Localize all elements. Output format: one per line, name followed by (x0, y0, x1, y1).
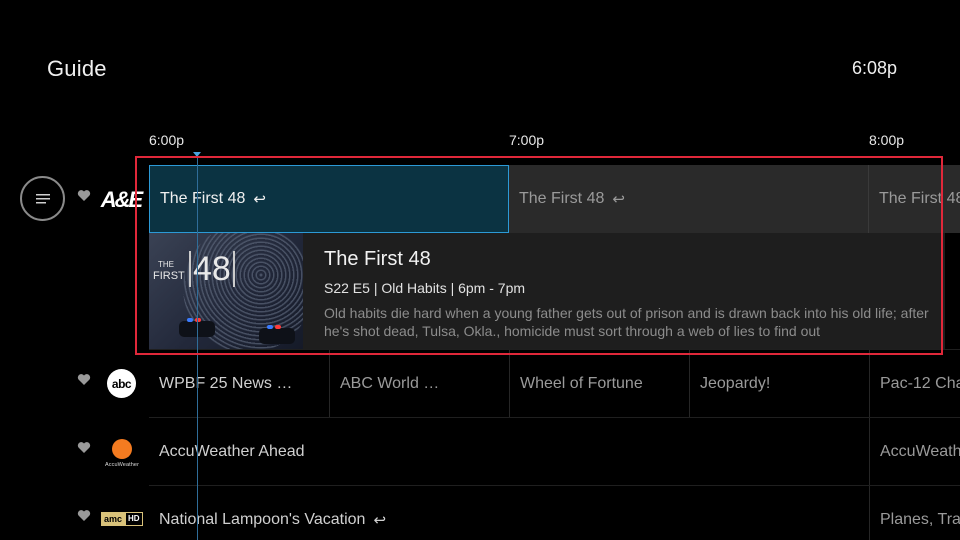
program-title: AccuWeath (880, 442, 960, 460)
program-title: Pac-12 Cha (880, 374, 960, 392)
channel-logo-abc[interactable]: abc (107, 369, 136, 398)
now-line (197, 157, 198, 540)
program-title: ABC World … (340, 374, 440, 392)
channel-logo-amc: amc (101, 512, 126, 526)
channel-row-amc: National Lampoon's Vacation ↩ Planes, Tr… (149, 485, 960, 540)
poster-siren-red (195, 318, 201, 322)
program-cell[interactable]: Pac-12 Cha (869, 350, 960, 417)
program-cell[interactable]: WPBF 25 News … (149, 350, 329, 417)
program-cell[interactable]: Wheel of Fortune (509, 350, 689, 417)
poster-siren-red (275, 325, 281, 329)
program-cell[interactable]: ABC World … (329, 350, 509, 417)
favorite-heart-icon[interactable] (77, 373, 91, 386)
program-cell[interactable]: AccuWeath (869, 418, 960, 485)
channel-row-accuweather: AccuWeather Ahead AccuWeath (149, 417, 960, 485)
program-cell[interactable]: AccuWeather Ahead (149, 418, 869, 485)
program-title: National Lampoon's Vacation (159, 510, 366, 528)
sun-icon (112, 438, 132, 459)
page-title: Guide (47, 56, 107, 81)
program-poster: THE FIRST 48 (149, 233, 303, 349)
favorite-heart-icon[interactable] (77, 509, 91, 522)
program-title: The First 48 (879, 190, 960, 207)
program-cell[interactable]: Jeopardy! (689, 350, 869, 417)
program-title: AccuWeather Ahead (159, 442, 305, 460)
detail-meta: S22 E5 | Old Habits | 6pm - 7pm (324, 280, 526, 296)
program-title: The First 48 (160, 190, 246, 207)
timeline-label-3: 8:00p (869, 132, 905, 148)
repeat-icon: ↩ (373, 511, 387, 529)
poster-siren-blue (187, 318, 193, 322)
program-title: Wheel of Fortune (520, 374, 643, 392)
detail-title: The First 48 (324, 248, 431, 270)
poster-siren-blue (267, 325, 273, 329)
program-cell[interactable]: Planes, Tra (869, 486, 960, 540)
repeat-icon: ↩ (253, 191, 266, 208)
program-cell[interactable]: The First 48 (869, 165, 960, 233)
timeline-label-1: 6:00p (149, 132, 185, 148)
menu-icon (35, 193, 50, 203)
channel-logo-accuweather[interactable]: AccuWeather (104, 436, 140, 470)
clock: 6:08p (851, 58, 897, 78)
repeat-icon: ↩ (612, 191, 625, 208)
program-title: The First 48 (519, 190, 605, 207)
channel-logo-ae[interactable]: A&E (101, 186, 143, 214)
poster-text-the: THE (158, 260, 174, 269)
program-title: WPBF 25 News … (159, 374, 293, 392)
program-cell[interactable]: National Lampoon's Vacation ↩ (149, 486, 869, 540)
program-title: Jeopardy! (700, 374, 771, 392)
timeline-label-2: 7:00p (509, 132, 545, 148)
channel-logo-hd: HD (125, 512, 143, 526)
poster-text-first: FIRST (153, 270, 185, 282)
favorite-heart-icon[interactable] (77, 189, 91, 202)
program-detail-panel: THE FIRST 48 The First 48 S22 E5 | Old H… (149, 233, 945, 349)
detail-description: Old habits die hard when a young father … (324, 305, 929, 339)
program-title: Planes, Tra (880, 510, 960, 528)
channel-logo-amc-hd[interactable]: amc HD (101, 512, 143, 526)
channel-logo-text: AccuWeather (104, 461, 139, 468)
poster-text-number: 48 (189, 251, 235, 287)
program-cell-focused[interactable]: The First 48 ↩ (149, 165, 509, 233)
favorite-heart-icon[interactable] (77, 441, 91, 454)
program-cell[interactable]: The First 48 ↩ (509, 165, 869, 233)
channel-row-abc: WPBF 25 News … ABC World … Wheel of Fort… (149, 349, 960, 417)
menu-button[interactable] (20, 176, 65, 221)
poster-car (259, 328, 295, 344)
